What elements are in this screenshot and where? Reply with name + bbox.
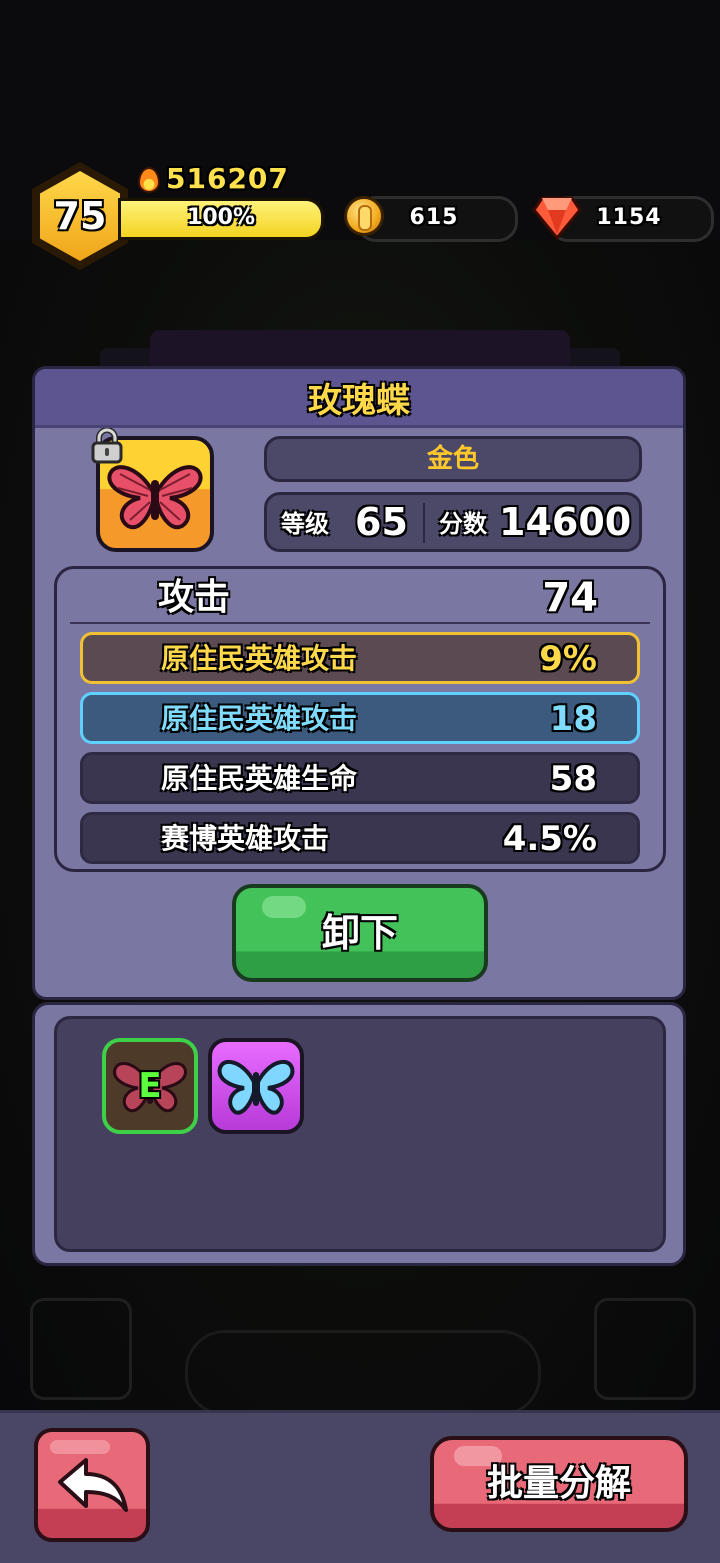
item-name: 玫瑰蝶 [308, 381, 410, 421]
unequip-button[interactable]: 卸下 [232, 884, 488, 982]
sub-stat-value: 4.5% [502, 819, 597, 859]
back-arrow-icon [58, 1458, 128, 1512]
bulk-disassemble-button[interactable]: 批量分解 [430, 1436, 688, 1532]
score-label: 分数 [439, 510, 487, 538]
background-slot-left [30, 1298, 132, 1400]
unequip-button-label: 卸下 [321, 911, 398, 955]
item-score: 14600 [499, 500, 632, 544]
rarity-label: 金色 [264, 436, 642, 482]
sub-stat-row: 赛博英雄攻击 4.5% [80, 812, 640, 864]
power-display: 516207 [136, 160, 289, 196]
background-slot-center [185, 1330, 541, 1416]
coins-value: 615 [409, 205, 459, 230]
sub-stat-label: 赛博英雄攻击 [161, 822, 330, 855]
bulk-disassemble-label: 批量分解 [486, 1463, 631, 1504]
player-level: 75 [53, 194, 107, 238]
xp-percent: 100% [187, 205, 255, 230]
sub-stat-value: 9% [539, 639, 597, 679]
main-stat-divider [70, 622, 650, 624]
back-button[interactable] [34, 1428, 150, 1542]
level-score-panel: 等级 65 分数 14600 [264, 492, 642, 552]
sub-stat-label: 原住民英雄攻击 [161, 642, 358, 675]
inventory-item[interactable] [208, 1038, 304, 1134]
equipped-badge: E [138, 1066, 162, 1106]
background-slot-right [594, 1298, 696, 1400]
level-score-divider [423, 503, 425, 543]
sub-stat-value: 58 [549, 759, 597, 799]
card-header: 玫瑰蝶 [35, 369, 683, 428]
lock-icon[interactable] [90, 428, 124, 464]
blue-butterfly-icon [217, 1059, 295, 1115]
main-stat-label: 攻击 [158, 577, 231, 618]
xp-bar: 100% [118, 198, 324, 240]
power-value: 516207 [166, 161, 289, 195]
sub-stat-label: 原住民英雄生命 [161, 762, 358, 795]
flame-icon [136, 165, 160, 193]
gems-value: 1154 [596, 205, 662, 230]
sub-stat-row: 原住民英雄攻击 9% [80, 632, 640, 684]
sub-stat-row: 原住民英雄攻击 18 [80, 692, 640, 744]
coin-icon [344, 196, 384, 236]
item-level: 65 [355, 500, 408, 544]
main-stat-value: 74 [542, 575, 598, 621]
sub-stat-value: 18 [549, 699, 597, 739]
sub-stat-label: 原住民英雄攻击 [161, 702, 358, 735]
gem-icon [532, 196, 582, 240]
inventory-item[interactable]: E [102, 1038, 198, 1134]
sub-stat-row: 原住民英雄生命 58 [80, 752, 640, 804]
level-label: 等级 [281, 510, 329, 538]
